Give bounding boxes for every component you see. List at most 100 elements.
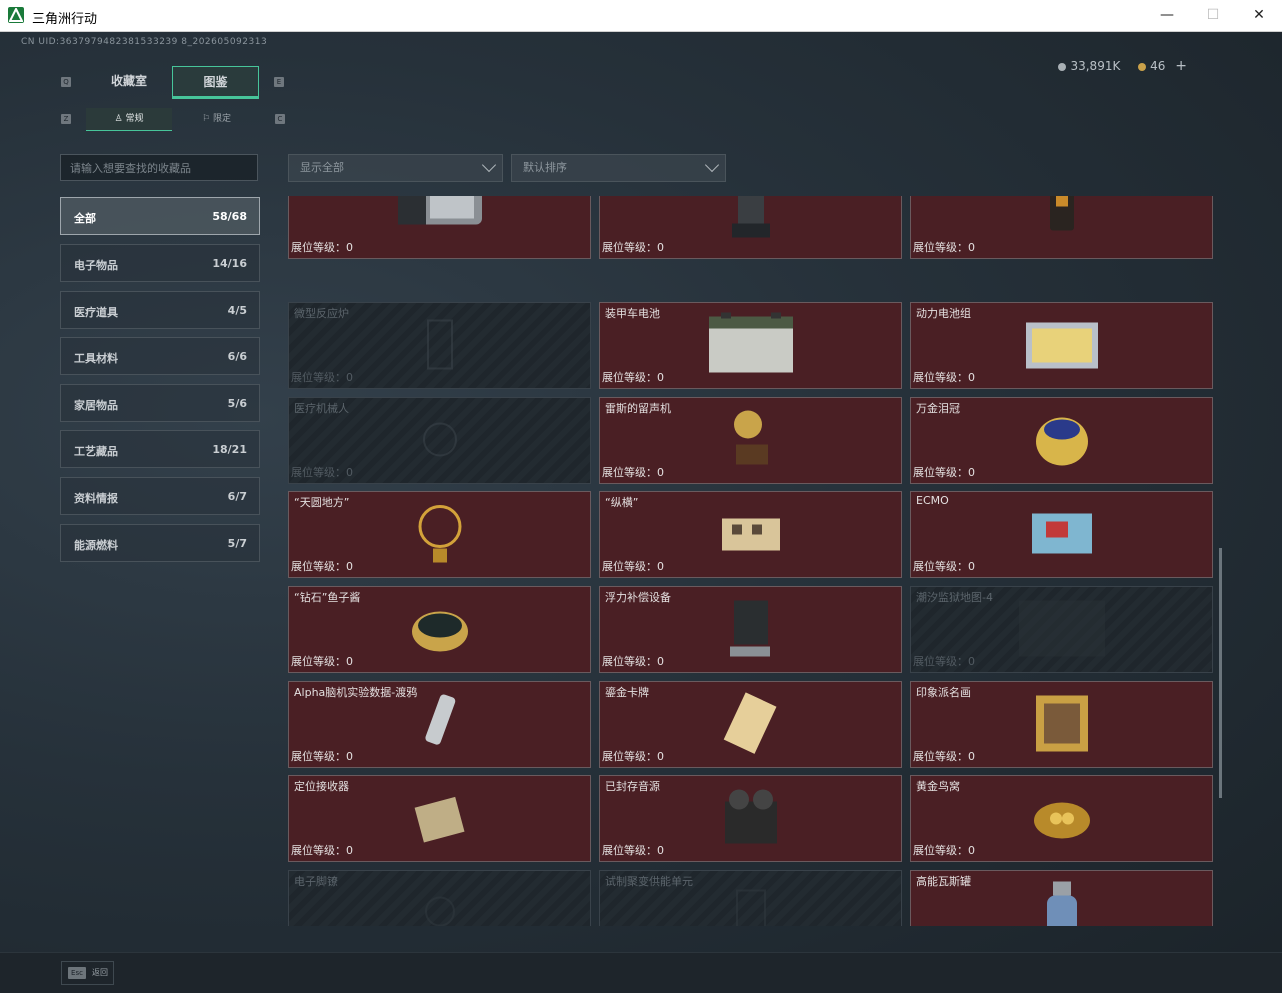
sub-tabs: ♙ 常规 ⚐ 限定 (86, 108, 261, 131)
booth-level: 展位等级：0 (913, 369, 975, 385)
item-name: 电子脚镣 (294, 875, 338, 888)
collection-item-card[interactable]: 浮力补偿设备 展位等级：0 (599, 586, 902, 673)
collection-item-card[interactable]: 鎏金卡牌 展位等级：0 (599, 681, 902, 768)
booth-level-value: 0 (657, 241, 664, 254)
booth-level-value: 0 (346, 844, 353, 857)
back-label: 返回 (92, 968, 108, 977)
booth-level: 展位等级：0 (913, 842, 975, 858)
tab-codex[interactable]: 图鉴 (172, 66, 259, 99)
collection-item-card[interactable]: 高能瓦斯罐展位等级：0 (910, 870, 1213, 926)
receiver-icon (410, 787, 470, 850)
item-name: 装甲车电池 (605, 307, 660, 320)
booth-level-value: 0 (346, 241, 353, 254)
collection-item-card[interactable]: 医疗机械人 展位等级：0 (288, 397, 591, 484)
collection-item-card[interactable]: 展位等级：0 (288, 196, 591, 259)
collection-item-card[interactable]: 已封存音源 展位等级：0 (599, 775, 902, 862)
booth-level: 展位等级：0 (291, 842, 353, 858)
add-currency-button[interactable]: + (1175, 58, 1187, 74)
booth-level: 展位等级：0 (602, 748, 664, 764)
ecmo-icon (1026, 503, 1098, 566)
battery-pack-icon (1022, 314, 1102, 377)
collection-item-card[interactable]: 试制聚变供能单元展位等级：0 (599, 870, 902, 926)
show-filter-value: 显示全部 (300, 161, 344, 174)
collection-item-card[interactable]: 潮汐监狱地图-4 展位等级：0 (910, 586, 1213, 673)
category-count: 5/7 (227, 537, 247, 550)
show-filter-dropdown[interactable]: 显示全部 (288, 154, 503, 182)
window-titlebar: 三角洲行动 — ☐ ✕ (0, 0, 1282, 32)
category-label: 电子物品 (74, 259, 118, 272)
category-label: 医疗道具 (74, 306, 118, 319)
booth-level-value: 0 (968, 371, 975, 384)
subtab-limited-label: 限定 (212, 114, 231, 124)
booth-level-label: 展位等级： (291, 466, 346, 479)
category-energy[interactable]: 能源燃料 5/7 (60, 524, 260, 562)
collection-item-card[interactable]: 微型反应炉展位等级：0 (288, 302, 591, 389)
booth-level-label: 展位等级： (291, 241, 346, 254)
item-name: “钻石”鱼子酱 (294, 591, 361, 604)
collection-item-card[interactable]: 展位等级：0 (599, 196, 902, 259)
booth-level-value: 0 (346, 655, 353, 668)
item-name: 微型反应炉 (294, 307, 349, 320)
category-all[interactable]: 全部 58/68 (60, 197, 260, 235)
collection-item-card[interactable]: 印象派名画 展位等级：0 (910, 681, 1213, 768)
booth-level-value: 0 (968, 241, 975, 254)
booth-level-label: 展位等级： (602, 466, 657, 479)
machine-icon (726, 196, 776, 244)
category-household[interactable]: 家居物品 5/6 (60, 384, 260, 422)
tab-collection-room[interactable]: 收藏室 (86, 66, 172, 97)
category-label: 工具材料 (74, 352, 118, 365)
collection-item-card[interactable]: 万金泪冠 展位等级：0 (910, 397, 1213, 484)
sort-dropdown[interactable]: 默认排序 (511, 154, 726, 182)
gas-tank-icon (1039, 879, 1085, 926)
booth-level-value: 0 (346, 750, 353, 763)
caviar-icon (408, 601, 472, 658)
collection-item-card[interactable]: ECMO 展位等级：0 (910, 491, 1213, 578)
collection-item-card[interactable]: Alpha脑机实验数据-渡鸦 展位等级：0 (288, 681, 591, 768)
subtab-regular[interactable]: ♙ 常规 (86, 108, 172, 131)
collection-item-card[interactable]: “纵横” 展位等级：0 (599, 491, 902, 578)
category-count: 5/6 (227, 397, 247, 410)
booth-level: 展位等级：0 (913, 653, 975, 669)
limited-icon: ⚐ (202, 114, 213, 124)
collection-item-card[interactable]: 雷斯的留声机 展位等级：0 (599, 397, 902, 484)
back-button[interactable]: Esc 返回 (61, 961, 114, 985)
collection-item-card[interactable]: 装甲车电池 展位等级：0 (599, 302, 902, 389)
subtab-limited[interactable]: ⚐ 限定 (172, 108, 261, 130)
collection-item-card[interactable]: “天圆地方” 展位等级：0 (288, 491, 591, 578)
category-count: 6/6 (227, 350, 247, 363)
item-name: ECMO (916, 494, 949, 507)
category-tools[interactable]: 工具材料 6/6 (60, 337, 260, 375)
search-input[interactable]: 请输入想要查找的收藏品 (60, 154, 258, 181)
key-hint-e: E (274, 77, 284, 87)
booth-level-label: 展位等级： (291, 371, 346, 384)
category-electronics[interactable]: 电子物品 14/16 (60, 244, 260, 282)
maximize-button[interactable]: ☐ (1190, 0, 1236, 31)
shackle-icon (420, 887, 460, 926)
item-name: 雷斯的留声机 (605, 402, 671, 415)
booth-level-value: 0 (968, 655, 975, 668)
collection-item-card[interactable]: 电子脚镣展位等级：0 (288, 870, 591, 926)
booth-level-value: 0 (657, 371, 664, 384)
grid-scrollbar[interactable] (1219, 548, 1222, 798)
booth-level-value: 0 (968, 560, 975, 573)
booth-level: 展位等级：0 (602, 653, 664, 669)
booth-level-value: 0 (346, 466, 353, 479)
category-intel[interactable]: 资料情报 6/7 (60, 477, 260, 515)
booth-level-label: 展位等级： (913, 371, 968, 384)
category-medical[interactable]: 医疗道具 4/5 (60, 291, 260, 329)
collection-item-card[interactable]: 展位等级：0 (910, 196, 1213, 259)
category-count: 6/7 (227, 490, 247, 503)
collection-item-card[interactable]: 动力电池组 展位等级：0 (910, 302, 1213, 389)
reactor-icon (420, 314, 460, 377)
close-button[interactable]: ✕ (1236, 0, 1282, 31)
category-count: 4/5 (227, 304, 247, 317)
booth-level-label: 展位等级： (291, 844, 346, 857)
category-crafts[interactable]: 工艺藏品 18/21 (60, 430, 260, 468)
collection-item-card[interactable]: “钻石”鱼子酱 展位等级：0 (288, 586, 591, 673)
collection-item-card[interactable]: 黄金鸟窝 展位等级：0 (910, 775, 1213, 862)
minimize-button[interactable]: — (1144, 0, 1190, 31)
collection-item-card[interactable]: 定位接收器 展位等级：0 (288, 775, 591, 862)
booth-level-value: 0 (346, 371, 353, 384)
game-viewport: CN UID:3637979482381533239 8_20260509231… (0, 32, 1282, 993)
fusion-cell-icon (731, 882, 771, 926)
